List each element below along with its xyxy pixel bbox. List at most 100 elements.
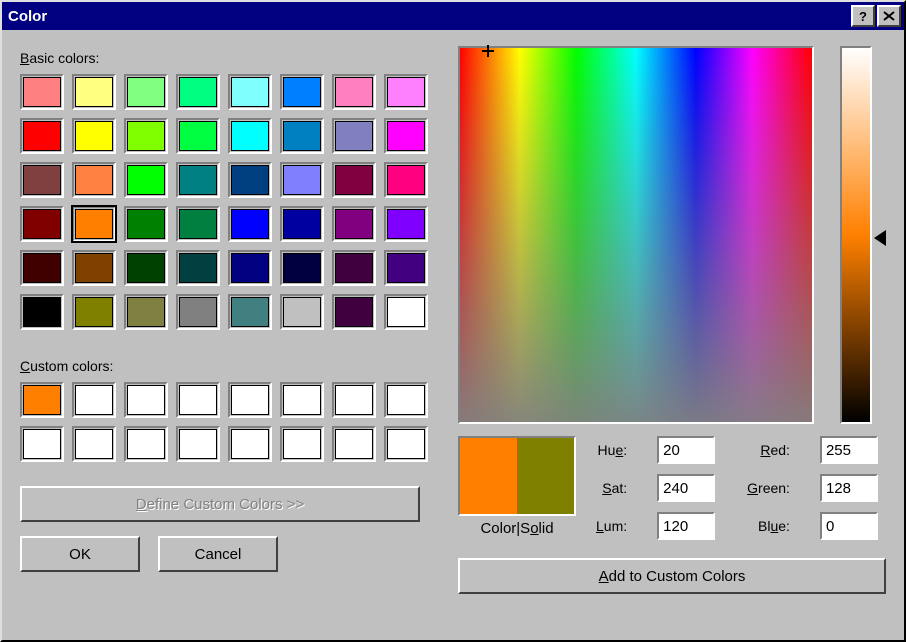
basic-swatch[interactable] — [332, 294, 376, 330]
custom-swatch[interactable] — [332, 426, 376, 462]
basic-swatch[interactable] — [20, 118, 64, 154]
preview-row: Color|Solid Hue: Red: Sat: Green: Lum: B… — [458, 436, 886, 540]
basic-swatch[interactable] — [20, 250, 64, 286]
green-label: Green: — [747, 480, 790, 496]
basic-swatch[interactable] — [20, 206, 64, 242]
basic-swatch[interactable] — [384, 206, 428, 242]
basic-swatch[interactable] — [20, 294, 64, 330]
basic-swatch[interactable] — [124, 250, 168, 286]
basic-swatch[interactable] — [384, 250, 428, 286]
left-column: Basic colors: Custom colors: Define Cust… — [20, 46, 428, 622]
custom-swatch[interactable] — [384, 382, 428, 418]
color-solid-preview[interactable] — [458, 436, 576, 516]
right-column: Color|Solid Hue: Red: Sat: Green: Lum: B… — [458, 46, 886, 622]
basic-swatch[interactable] — [280, 250, 324, 286]
sat-field[interactable] — [657, 474, 715, 502]
basic-swatch[interactable] — [72, 294, 116, 330]
gradient-row — [458, 46, 886, 424]
custom-swatch[interactable] — [20, 382, 64, 418]
color-solid-label: Color|Solid — [480, 520, 553, 537]
blue-label: Blue: — [747, 518, 790, 534]
basic-swatch[interactable] — [228, 206, 272, 242]
green-field[interactable] — [820, 474, 878, 502]
basic-swatch[interactable] — [332, 118, 376, 154]
basic-swatch[interactable] — [124, 118, 168, 154]
custom-colors-label: Custom colors: — [20, 358, 428, 374]
red-field[interactable] — [820, 436, 878, 464]
luminance-arrow-icon[interactable] — [874, 230, 886, 246]
basic-swatch[interactable] — [280, 118, 324, 154]
custom-swatch[interactable] — [20, 426, 64, 462]
basic-swatch[interactable] — [176, 74, 220, 110]
basic-swatch[interactable] — [72, 206, 116, 242]
basic-swatch[interactable] — [20, 74, 64, 110]
custom-swatch[interactable] — [280, 382, 324, 418]
basic-swatch[interactable] — [176, 206, 220, 242]
custom-swatch[interactable] — [384, 426, 428, 462]
lum-field[interactable] — [657, 512, 715, 540]
basic-swatch[interactable] — [228, 294, 272, 330]
basic-swatch[interactable] — [280, 74, 324, 110]
basic-swatch[interactable] — [72, 74, 116, 110]
custom-swatch[interactable] — [72, 382, 116, 418]
basic-swatch[interactable] — [176, 162, 220, 198]
luminance-column — [840, 46, 886, 424]
basic-swatch[interactable] — [280, 294, 324, 330]
basic-swatch[interactable] — [332, 74, 376, 110]
basic-swatch[interactable] — [228, 118, 272, 154]
basic-swatch[interactable] — [384, 162, 428, 198]
blue-field[interactable] — [820, 512, 878, 540]
help-button[interactable]: ? — [851, 5, 875, 27]
custom-swatch[interactable] — [332, 382, 376, 418]
basic-swatch[interactable] — [124, 294, 168, 330]
basic-swatch[interactable] — [384, 118, 428, 154]
add-to-custom-colors-button[interactable]: Add to Custom Colors — [458, 558, 886, 594]
custom-swatch[interactable] — [228, 426, 272, 462]
define-custom-colors-button[interactable]: Define Custom Colors >> — [20, 486, 420, 522]
basic-swatch[interactable] — [72, 118, 116, 154]
basic-colors-label: Basic colors: — [20, 50, 428, 66]
client-area: Basic colors: Custom colors: Define Cust… — [2, 30, 904, 640]
basic-swatch[interactable] — [280, 206, 324, 242]
basic-swatch[interactable] — [72, 250, 116, 286]
ok-button[interactable]: OK — [20, 536, 140, 572]
custom-swatch[interactable] — [176, 426, 220, 462]
red-label: Red: — [747, 442, 790, 458]
basic-swatch[interactable] — [228, 162, 272, 198]
hue-field[interactable] — [657, 436, 715, 464]
luminance-slider[interactable] — [840, 46, 872, 424]
titlebar: Color ? — [2, 2, 904, 30]
custom-swatch[interactable] — [228, 382, 272, 418]
basic-swatch[interactable] — [176, 294, 220, 330]
basic-swatch[interactable] — [228, 250, 272, 286]
cancel-button[interactable]: Cancel — [158, 536, 278, 572]
basic-swatch[interactable] — [124, 74, 168, 110]
hue-label: Hue: — [596, 442, 627, 458]
inputs-grid: Hue: Red: Sat: Green: Lum: Blue: — [596, 436, 880, 540]
basic-swatch[interactable] — [228, 74, 272, 110]
basic-swatch[interactable] — [176, 250, 220, 286]
basic-swatch[interactable] — [72, 162, 116, 198]
basic-swatch[interactable] — [332, 162, 376, 198]
preview-wrap: Color|Solid — [458, 436, 576, 537]
custom-swatch[interactable] — [280, 426, 324, 462]
basic-swatch[interactable] — [176, 118, 220, 154]
close-button[interactable] — [877, 5, 901, 27]
basic-swatch[interactable] — [124, 162, 168, 198]
hue-sat-picker[interactable] — [458, 46, 814, 424]
window-title: Color — [8, 8, 47, 25]
basic-swatch[interactable] — [20, 162, 64, 198]
basic-swatch[interactable] — [384, 294, 428, 330]
basic-swatch[interactable] — [332, 206, 376, 242]
custom-swatch[interactable] — [124, 426, 168, 462]
custom-swatch[interactable] — [72, 426, 116, 462]
basic-swatch[interactable] — [384, 74, 428, 110]
custom-swatch[interactable] — [124, 382, 168, 418]
basic-swatch[interactable] — [124, 206, 168, 242]
custom-swatch[interactable] — [176, 382, 220, 418]
basic-swatch[interactable] — [332, 250, 376, 286]
basic-swatch[interactable] — [280, 162, 324, 198]
right-bottom-row: Add to Custom Colors — [458, 558, 886, 594]
color-dialog: Color ? Basic colors: Custom colors: Def… — [0, 0, 906, 642]
lum-label: Lum: — [596, 518, 627, 534]
